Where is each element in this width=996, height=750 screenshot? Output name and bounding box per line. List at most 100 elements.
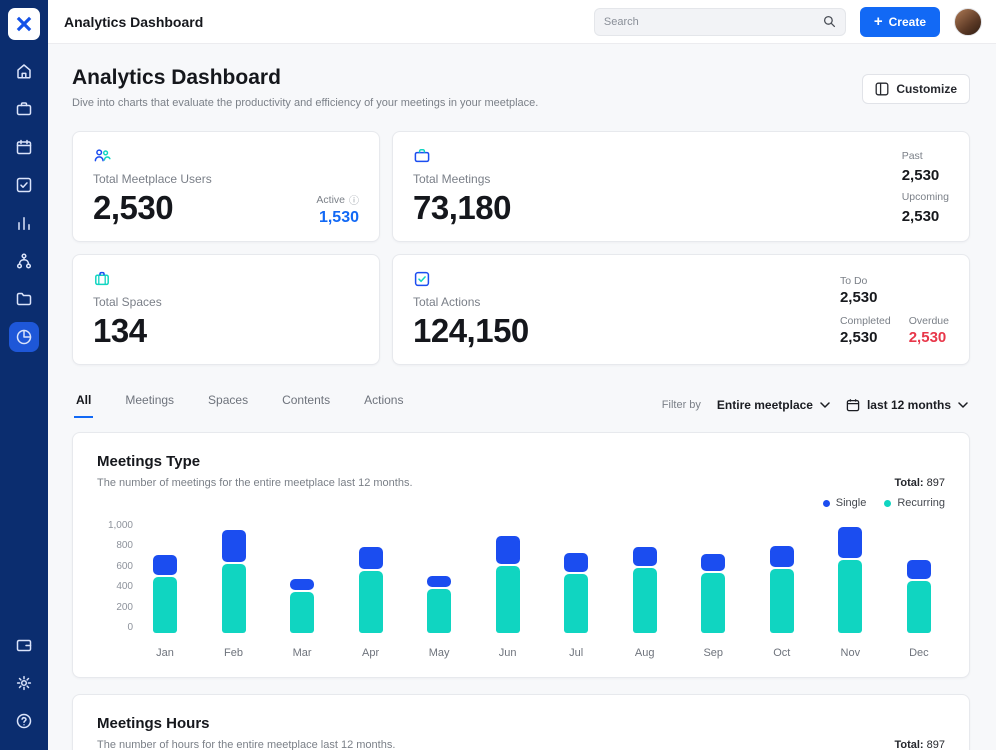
x-tick-label: Sep: [703, 647, 724, 659]
sidebar-item-calendar[interactable]: [9, 132, 39, 162]
customize-button[interactable]: Customize: [862, 74, 970, 104]
avatar[interactable]: [954, 7, 982, 36]
sidebar-item-folder[interactable]: [9, 284, 39, 314]
bar-segment-recurring[interactable]: [701, 573, 726, 633]
bar-segment-single[interactable]: [495, 536, 520, 564]
bar-segment-single[interactable]: [564, 553, 589, 572]
meetplace-scope-dropdown[interactable]: Entire meetplace: [717, 398, 830, 412]
bar-group-jul: Jul: [562, 521, 590, 659]
settings-icon: [15, 674, 33, 692]
tab-contents[interactable]: Contents: [280, 391, 332, 418]
bar-segment-recurring[interactable]: [153, 577, 177, 633]
bar-segment-recurring[interactable]: [427, 589, 452, 633]
tab-meetings[interactable]: Meetings: [123, 391, 176, 418]
bar-chart-icon: [15, 214, 33, 232]
x-tick-label: Oct: [773, 647, 791, 659]
completed-value: 2,530: [839, 328, 878, 346]
legend-label: Single: [835, 497, 867, 509]
search-input[interactable]: [603, 15, 815, 28]
create-button[interactable]: + Create: [859, 6, 940, 37]
sidebar-item-bar-chart[interactable]: [9, 208, 39, 238]
x-tick-label: Jan: [156, 647, 174, 659]
scope-value: Entire meetplace: [716, 397, 813, 412]
bar-group-feb: Feb: [220, 521, 248, 659]
filters: Filter by Entire meetplace last 12 month…: [662, 398, 968, 412]
bar-segment-recurring[interactable]: [358, 571, 383, 633]
home-icon: [15, 62, 33, 80]
bar-segment-single[interactable]: [838, 527, 863, 558]
bar-segment-single[interactable]: [701, 554, 726, 571]
app-logo[interactable]: [8, 8, 40, 40]
calendar-icon: [846, 398, 860, 411]
overdue-value: 2,530: [908, 328, 947, 346]
active-label: Active ⓘ: [316, 192, 359, 208]
analytics-icon: [15, 328, 33, 346]
bar-group-mar: Mar: [288, 521, 316, 659]
bar-segment-single[interactable]: [906, 560, 931, 579]
briefcase-icon: [15, 100, 33, 118]
bar-segment-single[interactable]: [153, 555, 177, 575]
app-window: Analytics Dashboard + Create Analytics D…: [0, 0, 996, 750]
range-value: last 12 months: [866, 397, 951, 412]
folder-icon: [15, 290, 33, 308]
bar-stack: [220, 521, 248, 633]
x-tick-label: Jun: [498, 647, 517, 659]
x-tick-label: May: [428, 647, 450, 659]
bar-segment-single[interactable]: [358, 547, 383, 569]
chevron-down-icon: [958, 401, 968, 408]
meetings-hours-card: Meetings Hours The number of hours for t…: [72, 694, 970, 750]
x-tick-label: Nov: [840, 647, 861, 659]
bar-stack: [836, 521, 864, 633]
stat-label: Total Actions: [413, 295, 481, 309]
date-range-dropdown[interactable]: last 12 months: [846, 398, 968, 412]
stat-value: 124,150: [413, 312, 529, 349]
search-box[interactable]: [593, 7, 846, 36]
todo-label: To Do: [839, 274, 868, 287]
sidebar-item-wallet[interactable]: [9, 630, 39, 660]
bar-segment-recurring[interactable]: [564, 574, 589, 633]
y-tick-label: 200: [116, 601, 133, 613]
sidebar-item-briefcase[interactable]: [9, 94, 39, 124]
stats-grid: Total Meetplace Users 2,530 Active ⓘ 1,5…: [72, 131, 970, 365]
bar-segment-recurring[interactable]: [290, 592, 315, 633]
chart-title: Meetings Hours: [97, 715, 210, 732]
stat-card-total-actions: Total Actions 124,150 To Do 2,530 Comple…: [392, 254, 970, 365]
page-content: Analytics Dashboard Dive into charts tha…: [48, 44, 996, 750]
sidebar-item-help[interactable]: [9, 706, 39, 736]
bar-segment-recurring[interactable]: [221, 564, 246, 633]
bar-group-may: May: [425, 521, 453, 659]
legend-item-single[interactable]: Single: [822, 497, 867, 509]
bar-segment-recurring[interactable]: [906, 581, 931, 633]
filter-by-label: Filter by: [661, 398, 701, 411]
bar-segment-single[interactable]: [769, 546, 794, 567]
tab-spaces[interactable]: Spaces: [206, 391, 250, 418]
sidebar-bottom-nav: [9, 630, 39, 736]
tab-actions[interactable]: Actions: [362, 391, 405, 418]
stat-value: 2,530: [93, 189, 174, 226]
bar-segment-recurring[interactable]: [838, 560, 863, 633]
legend-item-recurring[interactable]: Recurring: [884, 497, 945, 509]
bar-segment-single[interactable]: [290, 579, 315, 590]
info-icon[interactable]: ⓘ: [349, 192, 359, 207]
bar-segment-recurring[interactable]: [632, 568, 657, 633]
bar-segment-single[interactable]: [427, 576, 452, 587]
bar-segment-single[interactable]: [632, 547, 657, 566]
chart-subtitle: The number of hours for the entire meetp…: [97, 739, 396, 750]
topbar: Analytics Dashboard + Create: [48, 0, 996, 44]
stat-value: 134: [93, 312, 147, 349]
bar-segment-recurring[interactable]: [769, 569, 794, 633]
bar-group-dec: Dec: [905, 521, 933, 659]
sidebar-item-workflow[interactable]: [9, 246, 39, 276]
sidebar-item-analytics[interactable]: [9, 322, 39, 352]
bar-segment-single[interactable]: [221, 530, 246, 562]
sidebar-item-tasks[interactable]: [9, 170, 39, 200]
tab-all[interactable]: All: [74, 391, 94, 418]
tabs: All Meetings Spaces Contents Actions: [74, 391, 405, 418]
sidebar-item-home[interactable]: [9, 56, 39, 86]
bar-segment-recurring[interactable]: [495, 566, 520, 633]
stat-label: Total Meetplace Users: [93, 172, 212, 186]
x-tick-label: Jul: [569, 647, 584, 659]
sidebar-item-settings[interactable]: [9, 668, 39, 698]
stat-card-total-spaces: Total Spaces 134: [72, 254, 380, 365]
x-tick-label: Aug: [634, 647, 655, 659]
